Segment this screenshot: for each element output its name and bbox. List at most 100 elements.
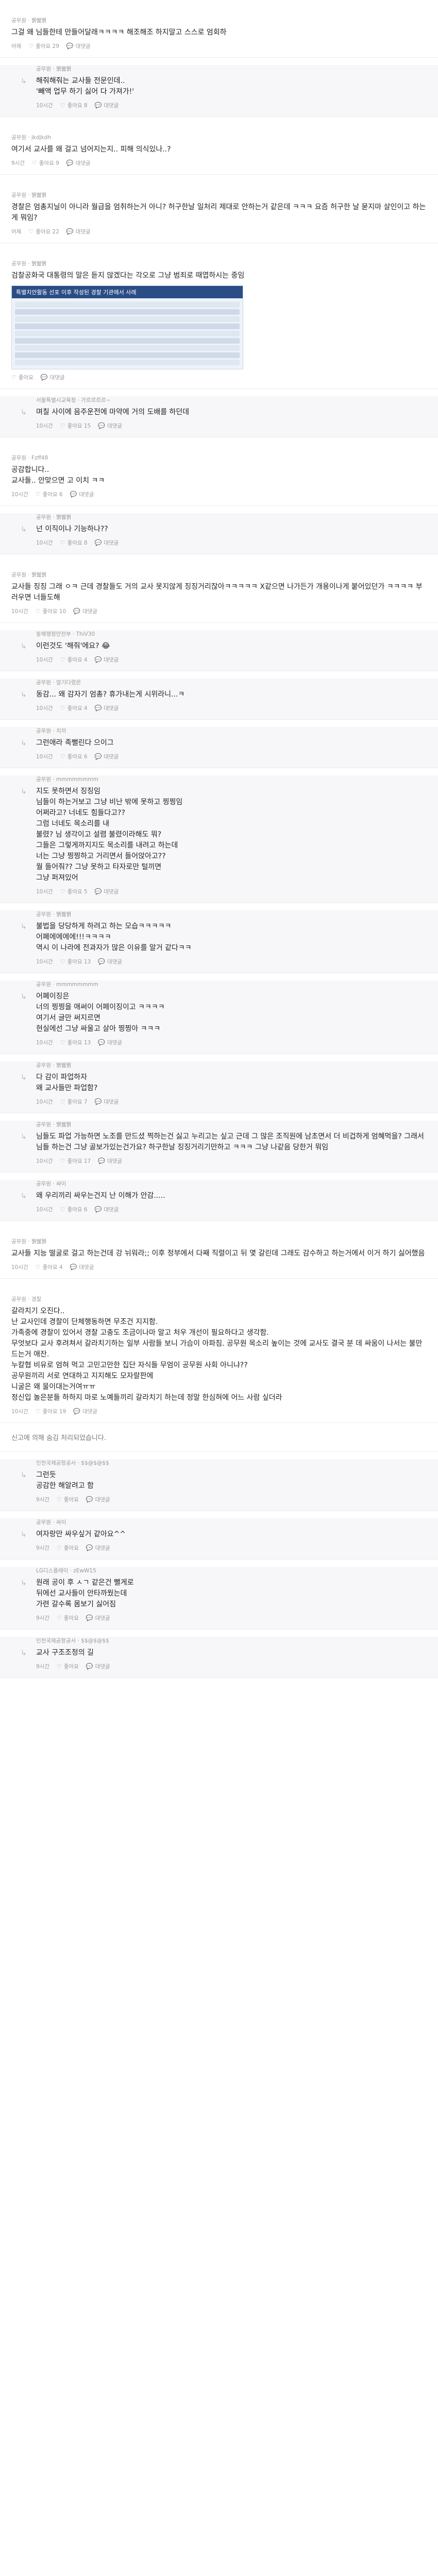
like-button[interactable]: ♡ 좋아요 6 <box>60 753 88 760</box>
like-button[interactable]: ♡ 좋아요 8 <box>60 101 88 109</box>
reply-button[interactable]: 💬 대댓글 <box>95 704 119 712</box>
reply-button[interactable]: 💬 대댓글 <box>95 753 119 760</box>
comment-meta: 공무원 · jkdjkdh <box>11 133 427 141</box>
author-nickname[interactable]: 공무원 · Fzff48 <box>11 454 48 462</box>
author-nickname[interactable]: 공무원 · 치끼 <box>36 727 66 735</box>
reply-arrow-icon: ↳ <box>21 1579 27 1587</box>
author-nickname[interactable]: 공무원 · 뷁쒧뷁 <box>11 16 46 24</box>
timestamp: 어제 <box>11 43 22 49</box>
like-button[interactable]: ♡ 좋아요 29 <box>28 42 59 50</box>
reply-button[interactable]: 💬 대댓글 <box>86 1496 110 1503</box>
comment-text: 그런애라 족뻘린다 으이그 <box>36 739 114 747</box>
reply-button[interactable]: 💬 대댓글 <box>66 159 91 167</box>
infographic-title: 특별치안활동 선포 이후 작성된 경찰 기관에서 사례 <box>12 286 243 298</box>
author-nickname[interactable]: 공무원 · 뷁쒧뷁 <box>36 513 71 521</box>
heart-icon: ♡ <box>35 608 41 615</box>
like-button[interactable]: ♡ 좋아요 4 <box>60 704 88 712</box>
author-nickname[interactable]: 공무원 · 알기다렸온 <box>36 679 81 686</box>
reply-button[interactable]: 💬 대댓글 <box>95 101 119 109</box>
reply-button[interactable]: 💬 대댓글 <box>66 42 91 50</box>
like-count: 좋아요 <box>18 375 33 381</box>
like-button[interactable]: ♡ 좋아요 4 <box>60 656 88 664</box>
like-button[interactable]: ♡ 좋아요 22 <box>28 228 59 235</box>
like-button[interactable]: ♡ 좋아요 <box>57 1614 79 1622</box>
reply-button[interactable]: 💬 대댓글 <box>73 1408 97 1415</box>
author-nickname[interactable]: 공무원 · 뷁쒧뷁 <box>36 1061 71 1069</box>
author-nickname[interactable]: 공무원 · jkdjkdh <box>11 133 51 141</box>
reply-comment: ↳ 공무원 · 뷁쒧뷁 불법을 당당하게 하려고 하는 모습ㅋㅋㅋㅋㅋ 어폐에에에에… <box>0 910 438 973</box>
reply-button[interactable]: 💬 대댓글 <box>95 539 119 547</box>
author-nickname[interactable]: 공무원 · 뷁쒧뷁 <box>36 910 71 918</box>
reply-button[interactable]: 💬 대댓글 <box>70 1263 94 1271</box>
author-nickname[interactable]: 공무원 · 싸이 <box>36 1518 66 1526</box>
reply-button[interactable]: 💬 대댓글 <box>86 1614 110 1622</box>
like-button[interactable]: ♡ 좋아요 5 <box>60 888 88 895</box>
comment-text: 지도 못하면서 징징임 님들이 하는거보고 그냥 비난 밖에 못하고 찡찡임 어… <box>36 787 183 882</box>
heart-icon: ♡ <box>57 1496 62 1503</box>
author-nickname[interactable]: 공무원 · mmmmmmmm <box>36 980 98 988</box>
like-button[interactable]: ♡ 좋아요 17 <box>60 1157 91 1165</box>
like-button[interactable]: ♡ 좋아요 <box>57 1496 79 1503</box>
reply-button[interactable]: 💬 대댓글 <box>98 422 122 430</box>
author-nickname[interactable]: 공무원 · 뷁쒧뷁 <box>36 65 71 73</box>
author-nickname[interactable]: 공무원 · 경찰 <box>11 1295 41 1303</box>
comment-text: 교사들 지능 떨굴로 걸고 하는건데 강 뉘워라;; 이후 정부에서 다째 직렬… <box>11 1249 425 1258</box>
reply-button[interactable]: 💬 대댓글 <box>95 1098 119 1106</box>
author-nickname[interactable]: 공무원 · 뷁쒧뷁 <box>36 1121 71 1128</box>
heart-icon: ♡ <box>60 753 65 760</box>
comment-meta: 공무원 · 뷁쒧뷁 <box>36 1121 427 1128</box>
like-button[interactable]: ♡ 좋아요 6 <box>60 1206 88 1213</box>
like-button[interactable]: ♡ 좋아요 8 <box>60 539 88 547</box>
like-button[interactable]: ♡ 좋아요 15 <box>60 422 91 430</box>
like-button[interactable]: ♡ 좋아요 <box>57 1663 79 1670</box>
attached-infographic-image[interactable]: 특별치안활동 선포 이후 작성된 경찰 기관에서 사례 <box>11 285 243 369</box>
author-nickname[interactable]: 서울특별시교육청 · 가르르르르~ <box>36 396 110 404</box>
reply-button[interactable]: 💬 대댓글 <box>86 1544 110 1552</box>
timestamp: 10시간 <box>11 1264 28 1270</box>
reply-label: 대댓글 <box>104 1207 119 1213</box>
reply-label: 대댓글 <box>107 1040 122 1046</box>
author-nickname[interactable]: 공무원 · 싸이 <box>36 1180 66 1188</box>
author-nickname[interactable]: 인천국제공항공사 · $$@$@$$ <box>36 1459 109 1467</box>
like-button[interactable]: ♡ 좋아요 <box>57 1544 79 1552</box>
author-nickname[interactable]: 공무원 · 뷁쒧뷁 <box>11 191 46 199</box>
reply-button[interactable]: 💬 대댓글 <box>66 228 91 235</box>
reply-button[interactable]: 💬 대댓글 <box>41 374 65 381</box>
reply-button[interactable]: 💬 대댓글 <box>70 490 94 498</box>
author-nickname[interactable]: 공무원 · 뷁쒧뷁 <box>11 571 46 579</box>
reply-button[interactable]: 💬 대댓글 <box>73 607 97 615</box>
like-button[interactable]: ♡ 좋아요 <box>11 374 33 381</box>
reply-button[interactable]: 💬 대댓글 <box>98 1039 122 1046</box>
like-button[interactable]: ♡ 좋아요 6 <box>36 490 63 498</box>
speech-bubble-icon: 💬 <box>73 1408 80 1415</box>
like-button[interactable]: ♡ 좋아요 4 <box>36 1263 63 1271</box>
comment-meta: 인천국제공항공사 · $$@$@$$ <box>36 1637 427 1645</box>
reply-button[interactable]: 💬 대댓글 <box>95 1206 119 1213</box>
comment-meta: 공무원 · 뷁쒧뷁 <box>36 65 427 73</box>
timestamp: 10시간 <box>11 1409 28 1415</box>
like-button[interactable]: ♡ 좋아요 9 <box>32 159 59 167</box>
author-nickname[interactable]: 공무원 · 뷁쒧뷁 <box>11 260 46 267</box>
like-count: 좋아요 17 <box>67 1158 91 1164</box>
like-button[interactable]: ♡ 좋아요 10 <box>36 607 66 615</box>
like-count: 좋아요 6 <box>67 1207 88 1213</box>
author-nickname[interactable]: 인천국제공항공사 · $$@$@$$ <box>36 1637 109 1645</box>
like-button[interactable]: ♡ 좋아요 13 <box>60 1039 91 1046</box>
author-nickname[interactable]: 공무원 · mmmmmmmm <box>36 775 98 783</box>
author-nickname[interactable]: 동해행정안전부 · ThiV30 <box>36 630 95 638</box>
author-nickname[interactable]: LG디스플레이 · zEwW15 <box>36 1567 96 1574</box>
comment: 공무원 · Fzff48 공감합니다.. 교사들.. 안맞으면 고 이치 ㅋㅋ 10… <box>0 437 438 506</box>
reply-label: 대댓글 <box>82 1409 97 1415</box>
hidden-by-report-notice: 신고에 의해 숨김 처리되었습니다. <box>0 1423 438 1452</box>
reply-button[interactable]: 💬 대댓글 <box>86 1663 110 1670</box>
reply-button[interactable]: 💬 대댓글 <box>98 958 122 965</box>
like-button[interactable]: ♡ 좋아요 19 <box>36 1408 66 1415</box>
reply-button[interactable]: 💬 대댓글 <box>95 888 119 895</box>
like-button[interactable]: ♡ 좋아요 13 <box>60 958 91 965</box>
like-button[interactable]: ♡ 좋아요 7 <box>60 1098 88 1106</box>
author-nickname[interactable]: 공무원 · 뷁쒧뷁 <box>11 1238 46 1245</box>
reply-label: 대댓글 <box>75 160 91 166</box>
reply-button[interactable]: 💬 대댓글 <box>98 1157 122 1165</box>
comment-footer: 9시간 ♡ 좋아요 💬 대댓글 <box>36 1496 427 1503</box>
reply-button[interactable]: 💬 대댓글 <box>95 656 119 664</box>
